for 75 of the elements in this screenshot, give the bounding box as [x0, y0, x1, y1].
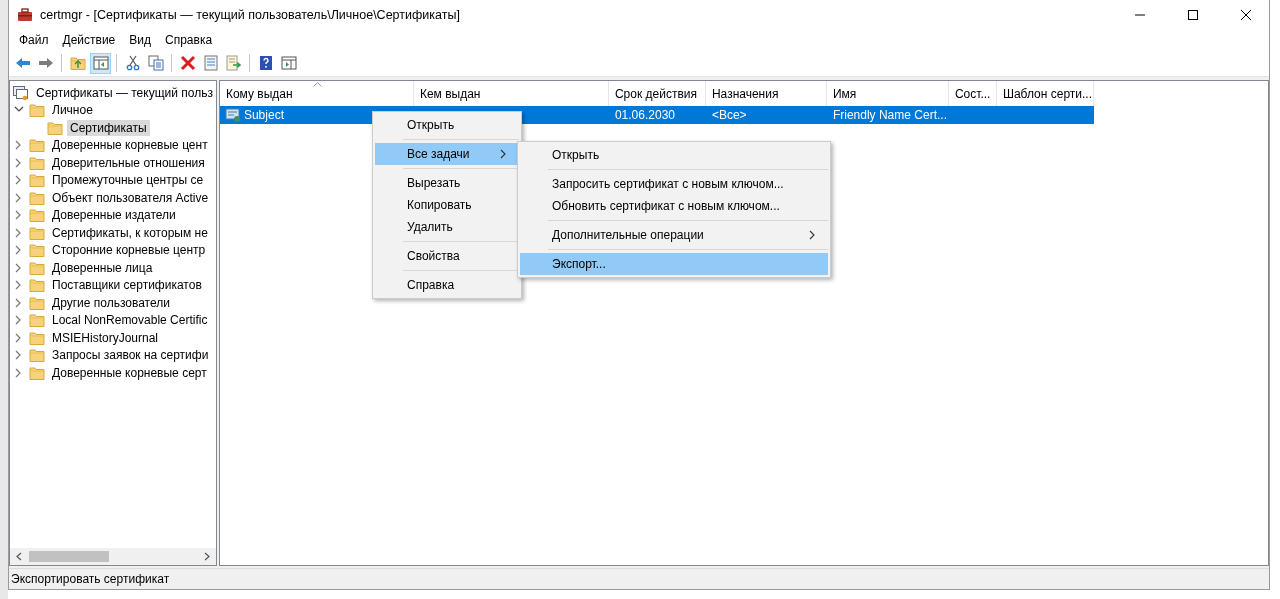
folder-icon — [29, 224, 45, 241]
folder-icon — [29, 242, 45, 259]
scroll-thumb[interactable] — [29, 551, 109, 562]
tree-item[interactable]: Запросы заявок на сертифи — [49, 347, 212, 364]
folder-icon — [29, 154, 45, 171]
folder-icon — [29, 364, 45, 381]
menu-item[interactable]: Обновить сертификат с новым ключом... — [520, 195, 828, 217]
table-cell-text: 01.06.2030 — [613, 107, 676, 124]
tree-item[interactable]: Local NonRemovable Certific — [49, 312, 211, 329]
menu-item[interactable]: Копировать — [375, 194, 519, 216]
folder-icon — [29, 137, 45, 154]
tree-item[interactable]: Сертификаты, к которым не — [49, 224, 211, 241]
menu-bar-item[interactable]: Вид — [122, 31, 158, 49]
menu-item[interactable]: Запросить сертификат с новым ключом... — [520, 173, 828, 195]
export-icon[interactable] — [225, 55, 242, 71]
scroll-left-icon[interactable] — [15, 552, 22, 561]
menu-bar-item[interactable]: Файл — [12, 31, 56, 49]
folder-icon — [29, 259, 45, 276]
tree-item[interactable]: Доверенные издатели — [49, 207, 179, 224]
menu-item[interactable]: Свойства — [375, 245, 519, 267]
certificates-icon — [13, 84, 29, 101]
folder-icon — [29, 312, 45, 329]
tree-item[interactable]: Доверенные корневые серт — [49, 364, 210, 381]
tree-item[interactable]: Сертификаты — текущий польз — [33, 84, 216, 101]
folder-icon — [29, 172, 45, 189]
close-icon[interactable] — [1241, 10, 1251, 20]
menu-item[interactable]: Открыть — [520, 144, 828, 166]
menu-item[interactable]: Дополнительные операции — [520, 224, 828, 246]
chevron-right-icon — [499, 148, 507, 160]
tree-item[interactable]: Сторонние корневые центр — [49, 242, 209, 259]
back-arrow-icon[interactable] — [14, 55, 31, 71]
toolbox-icon — [17, 7, 33, 23]
tree-item[interactable]: Доверенные лица — [49, 259, 156, 276]
tree-item[interactable]: Поставщики сертификатов — [49, 277, 205, 294]
window-title: certmgr - [Сертификаты — текущий пользователь\Личное\Сертификаты] — [40, 8, 461, 22]
tree-item[interactable]: MSIEHistoryJournal — [49, 329, 162, 346]
menu-item[interactable]: Экспорт... — [520, 253, 828, 275]
folder-icon — [47, 119, 63, 136]
menu-item[interactable]: Все задачи — [375, 143, 519, 165]
scissors-icon[interactable] — [124, 55, 141, 71]
folder-icon — [29, 277, 45, 294]
tree-item[interactable]: Личное — [49, 102, 96, 119]
menu-item[interactable]: Вырезать — [375, 172, 519, 194]
certificate-icon — [224, 107, 241, 123]
maximize-icon[interactable] — [1188, 10, 1198, 20]
menu-bar-item[interactable]: Справка — [158, 31, 220, 49]
table-cell-text: Friendly Name Cert... — [831, 107, 948, 124]
menu-bar-item[interactable]: Действие — [55, 31, 123, 49]
table-cell-text: Subject — [242, 107, 285, 124]
pane-icon[interactable] — [92, 55, 109, 71]
menu-item[interactable]: Справка — [375, 274, 519, 296]
help-icon[interactable] — [257, 55, 274, 71]
folder-icon — [29, 207, 45, 224]
delete-icon[interactable] — [179, 55, 196, 71]
status-text: Экспортировать сертификат — [11, 572, 170, 586]
folder-up-icon[interactable] — [69, 55, 86, 71]
scroll-right-icon[interactable] — [204, 552, 211, 561]
tree-item[interactable]: Другие пользователи — [49, 294, 173, 311]
copy-icon[interactable] — [147, 55, 164, 71]
folder-icon — [29, 329, 45, 346]
folder-icon — [29, 347, 45, 364]
tree-item[interactable]: Доверительные отношения — [49, 154, 208, 171]
tree-item[interactable]: Доверенные корневые цент — [49, 137, 211, 154]
tree-item[interactable]: Объект пользователя Active — [49, 189, 212, 206]
table-cell-text: <Все> — [710, 107, 748, 124]
horizontal-scrollbar[interactable] — [10, 548, 216, 565]
folder-icon — [29, 189, 45, 206]
folder-icon — [29, 294, 45, 311]
forward-arrow-icon[interactable] — [37, 55, 54, 71]
action-pane-icon[interactable] — [280, 55, 297, 71]
chevron-right-icon — [808, 229, 816, 241]
folder-icon — [29, 102, 45, 119]
tree-item[interactable]: Сертификаты — [67, 119, 150, 136]
menu-item[interactable]: Удалить — [375, 216, 519, 238]
tree-item[interactable]: Промежуточные центры се — [49, 172, 207, 189]
